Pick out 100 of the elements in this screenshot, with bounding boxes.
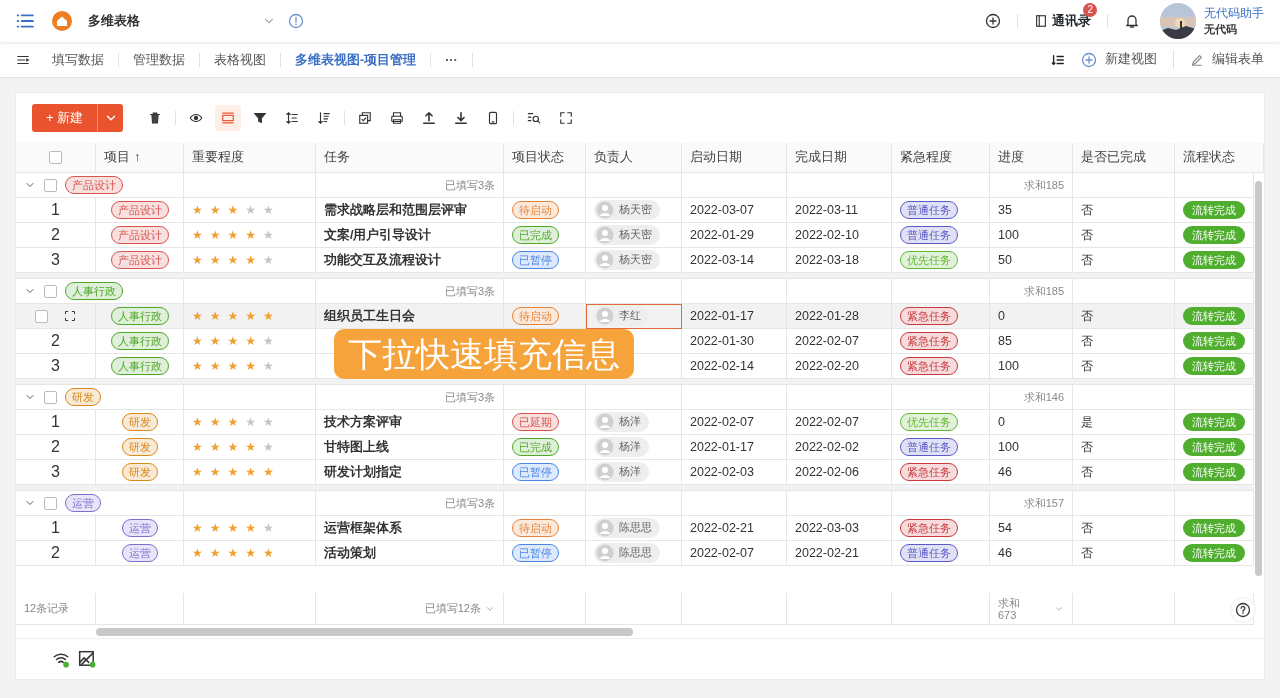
progress-value: 0 [998, 307, 1005, 325]
date-value: 2022-02-07 [690, 413, 754, 431]
address-book-icon [1034, 14, 1048, 28]
flow-status-tag: 流转完成 [1183, 519, 1245, 537]
dropdown-button[interactable] [97, 104, 124, 132]
download-icon [454, 111, 469, 125]
sum-total: 求和185 [1023, 283, 1064, 299]
select-all-checkbox[interactable] [49, 151, 62, 164]
task-name: 活动策划 [324, 544, 376, 562]
status-tag: 待启动 [512, 307, 559, 325]
urgency-tag: 普通任务 [900, 201, 958, 219]
group-tag: 研发 [121, 463, 158, 481]
row-number: 1 [51, 200, 60, 220]
view-tab[interactable]: 表格视图 [200, 52, 281, 67]
completion-value: 否 [1081, 520, 1093, 537]
row-number: 3 [51, 250, 60, 270]
group-tag: 产品设计 [65, 176, 123, 194]
progress-value: 0 [998, 413, 1005, 431]
owner-name: 杨天密 [619, 252, 652, 268]
pencil-icon [1190, 52, 1204, 67]
copy-icon [358, 111, 373, 125]
date-value: 2022-02-02 [795, 438, 859, 456]
star-rating: ★ ★ ★ ★ ★ [192, 252, 275, 269]
bell-icon[interactable] [1124, 13, 1140, 29]
date-value: 2022-01-17 [690, 307, 754, 325]
completion-value: 否 [1081, 358, 1093, 375]
help-button[interactable] [1230, 597, 1256, 623]
date-value: 2022-03-07 [690, 201, 754, 219]
trash-icon [148, 111, 163, 125]
progress-value: 54 [998, 519, 1012, 537]
column-header[interactable]: 进度 [998, 148, 1024, 167]
new-button[interactable]: + 新建 [32, 104, 98, 132]
progress-value: 35 [998, 201, 1012, 219]
menu-icon[interactable] [16, 12, 34, 30]
column-header[interactable]: 项目 [104, 148, 130, 167]
task-name: 技术方案评审 [324, 413, 402, 431]
view-action-button[interactable]: 编辑表单 [1212, 50, 1264, 69]
status-tag: 已暂停 [512, 251, 559, 269]
sum-total: 求和673 [998, 596, 1021, 621]
owner-name: 杨天密 [619, 227, 652, 243]
group-tag: 研发 [65, 388, 101, 406]
date-value: 2022-02-07 [795, 332, 859, 350]
group-tag: 产品设计 [110, 226, 169, 244]
urgency-tag: 普通任务 [900, 226, 958, 244]
column-header[interactable]: 任务 [324, 148, 350, 167]
sort-list-icon[interactable] [1051, 52, 1065, 67]
sort-indicator[interactable]: ↑ [134, 148, 141, 167]
info-icon[interactable] [288, 13, 304, 29]
filled-count: 已填写3条 [444, 389, 495, 405]
row-checkbox[interactable] [35, 309, 48, 323]
task-name: 组织员工生日会 [324, 307, 415, 325]
star-rating: ★ ★ ★ ★ ★ [192, 333, 275, 350]
owner-name: 杨天密 [619, 202, 652, 218]
date-value: 2022-02-06 [795, 463, 859, 481]
flow-status-tag: 流转完成 [1183, 226, 1245, 244]
record-count: 12条记录 [24, 601, 70, 617]
app-title: 多维表格 [88, 12, 140, 31]
star-rating: ★ ★ ★ ★ ★ [192, 202, 275, 219]
filled-count: 已填写12条 [424, 601, 481, 617]
row-checkbox[interactable] [44, 390, 57, 404]
horizontal-scrollbar[interactable] [96, 628, 633, 636]
owner-name: 杨洋 [619, 464, 641, 480]
row-checkbox[interactable] [44, 284, 57, 298]
vertical-scrollbar[interactable] [1255, 181, 1262, 576]
owner-name: 李红 [619, 308, 641, 324]
row-checkbox[interactable] [44, 178, 57, 192]
group-tag: 运营 [121, 519, 158, 537]
progress-value: 46 [998, 463, 1012, 481]
image-icon [78, 650, 96, 668]
view-tab[interactable]: 管理数据 [119, 52, 200, 67]
flow-status-tag: 流转完成 [1183, 332, 1245, 350]
urgency-tag: 紧急任务 [900, 357, 958, 375]
progress-value: 50 [998, 251, 1012, 269]
more-button[interactable]: ··· [431, 52, 473, 67]
group-tag: 人事行政 [110, 332, 169, 350]
view-tab[interactable]: 多维表视图-项目管理 [281, 52, 432, 67]
urgency-tag: 紧急任务 [900, 332, 958, 350]
add-icon[interactable] [985, 13, 1001, 29]
completion-value: 否 [1081, 545, 1093, 562]
user-avatar-icon [596, 413, 614, 431]
user-name[interactable]: 无代码助手 [1204, 4, 1264, 23]
user-avatar-icon [596, 307, 614, 325]
row-number: 3 [51, 462, 60, 482]
upload-icon [422, 111, 437, 125]
status-tag: 已完成 [512, 438, 559, 456]
date-value: 2022-02-21 [795, 544, 859, 562]
completion-value: 否 [1081, 252, 1093, 269]
view-tab[interactable]: 填写数据 [38, 52, 119, 67]
flow-status-tag: 流转完成 [1183, 463, 1245, 481]
owner-name: 陈思思 [619, 545, 652, 561]
home-icon[interactable] [52, 11, 72, 31]
expand-icon[interactable] [64, 310, 76, 322]
user-avatar-icon [596, 251, 614, 269]
star-rating: ★ ★ ★ ★ ★ [192, 308, 275, 325]
view-action-button[interactable]: 新建视图 [1105, 50, 1157, 69]
completion-value: 否 [1081, 439, 1093, 456]
row-checkbox[interactable] [44, 496, 57, 510]
date-value: 2022-01-28 [795, 307, 859, 325]
star-rating: ★ ★ ★ ★ ★ [192, 227, 275, 244]
sort-descending-icon [317, 111, 332, 125]
